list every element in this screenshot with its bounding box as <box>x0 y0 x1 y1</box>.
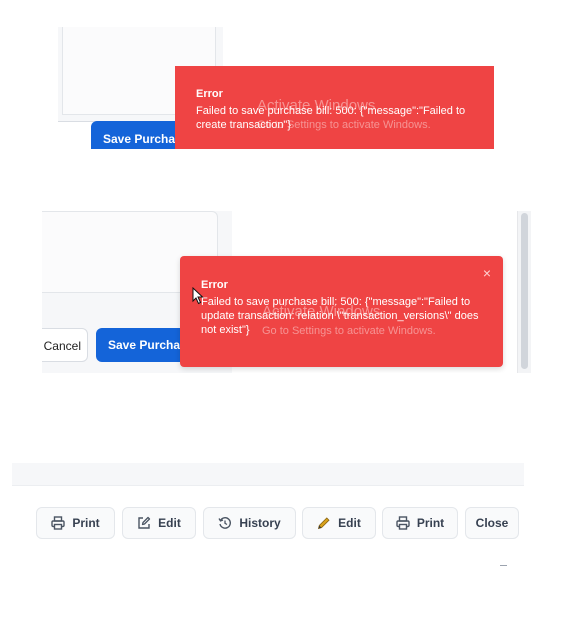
error-screenshot-2: Cancel Save Purchase × Error Failed to s… <box>42 211 531 373</box>
history-icon <box>218 517 232 529</box>
header-strip <box>12 463 524 486</box>
error-toast: × Error Failed to save purchase bill: 50… <box>180 256 503 367</box>
scrollbar-thumb[interactable] <box>521 213 528 369</box>
action-toolbar: Print Edit History Edit Print Close <box>12 463 524 543</box>
toast-message: Failed to save purchase bill: 500: {"mes… <box>201 296 479 336</box>
history-label: History <box>239 516 281 530</box>
print-label: Print <box>72 516 100 530</box>
edit-button-2[interactable]: Edit <box>302 507 376 539</box>
toast-message: Failed to save purchase bill: 500: {"mes… <box>196 105 466 131</box>
cancel-button[interactable]: Cancel <box>42 328 88 362</box>
toast-title: Error <box>196 88 223 100</box>
edit-square-icon <box>138 516 151 529</box>
print-label: Print <box>416 516 445 530</box>
edit-label: Edit <box>338 516 361 530</box>
history-button[interactable]: History <box>203 507 296 539</box>
printer-icon <box>51 516 66 530</box>
pencil-icon <box>318 517 330 530</box>
edit-button[interactable]: Edit <box>122 507 196 539</box>
mouse-pointer-icon <box>192 287 204 305</box>
toast-title: Error <box>201 279 228 291</box>
close-button[interactable]: Close <box>465 507 519 539</box>
print-button-2[interactable]: Print <box>382 507 458 539</box>
error-screenshot-1: el Save Purchase Error Failed to save pu… <box>58 27 494 149</box>
close-label: Close <box>475 516 509 530</box>
edit-label: Edit <box>158 516 181 530</box>
printer-icon <box>396 516 410 530</box>
close-icon[interactable]: × <box>483 265 491 281</box>
dash-mark <box>500 565 507 566</box>
error-toast: Error Failed to save purchase bill: 500:… <box>175 66 494 149</box>
print-button[interactable]: Print <box>36 507 115 539</box>
